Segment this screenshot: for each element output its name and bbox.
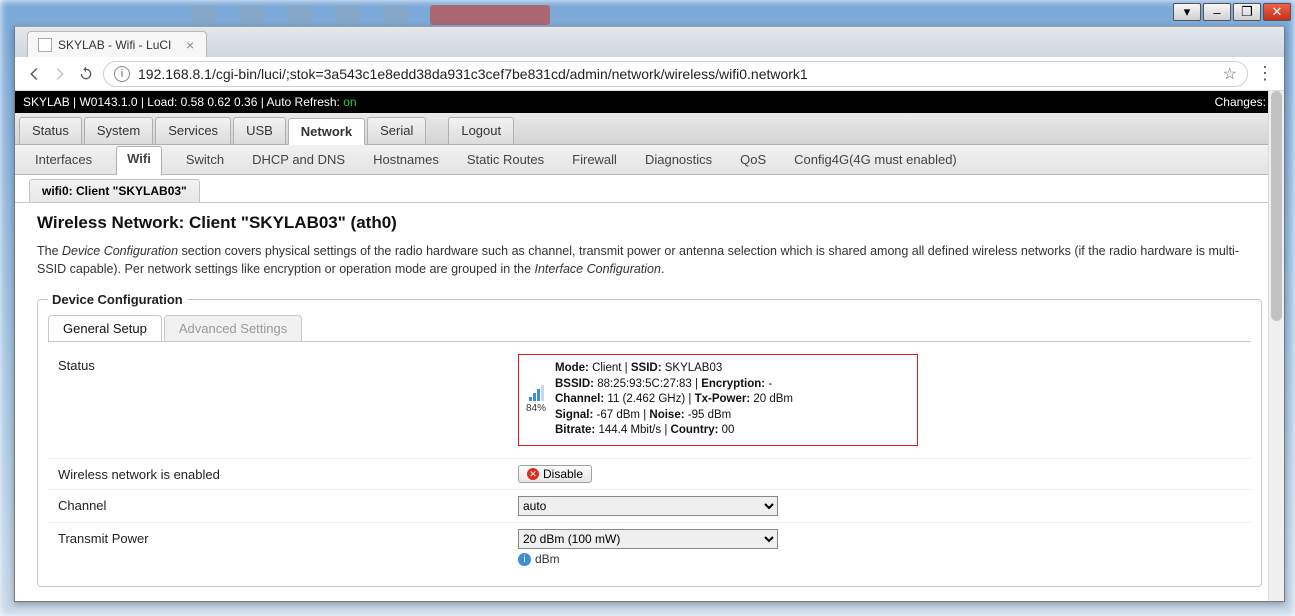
scrollbar-vertical[interactable] (1268, 91, 1284, 601)
row-txpower: Transmit Power 20 dBm (100 mW) i dBm (48, 522, 1251, 572)
txpower-select[interactable]: 20 dBm (100 mW) (518, 529, 778, 549)
url-text: 192.168.8.1/cgi-bin/luci/;stok=3a543c1e8… (138, 66, 808, 82)
browser-tab[interactable]: SKYLAB - Wifi - LuCI × (27, 31, 207, 57)
window-minimize-button[interactable]: – (1203, 3, 1231, 21)
disable-button[interactable]: ✕ Disable (518, 465, 592, 483)
autorefresh-state[interactable]: on (343, 95, 356, 109)
subtab-wifi[interactable]: Wifi (116, 146, 162, 175)
channel-label: Channel (58, 496, 518, 513)
wifi-status-text: Mode: Client | SSID: SKYLAB03 BSSID: 88:… (555, 361, 793, 439)
file-icon (38, 38, 52, 52)
subtab-diagnostics[interactable]: Diagnostics (641, 150, 716, 169)
wifi-status-box: 84% Mode: Client | SSID: SKYLAB03 BSSID:… (518, 354, 918, 446)
signal-strength-icon: 84% (525, 385, 547, 414)
primary-nav: Status System Services USB Network Seria… (15, 113, 1284, 145)
devcfg-tab-general[interactable]: General Setup (48, 315, 162, 341)
forward-button (51, 65, 69, 83)
scrollbar-thumb[interactable] (1271, 91, 1282, 321)
address-bar[interactable]: i 192.168.8.1/cgi-bin/luci/;stok=3a543c1… (103, 61, 1248, 87)
page-viewport: SKYLAB | W0143.1.0 | Load: 0.58 0.62 0.3… (15, 91, 1284, 601)
reload-button[interactable] (77, 65, 95, 83)
tab-usb[interactable]: USB (233, 117, 286, 144)
host-info: SKYLAB | W0143.1.0 | Load: 0.58 0.62 0.3… (23, 95, 343, 109)
tab-logout[interactable]: Logout (448, 117, 514, 144)
subtab-static-routes[interactable]: Static Routes (463, 150, 548, 169)
window-minimize-extra-button[interactable]: ▾ (1173, 3, 1201, 21)
page-description: The Device Configuration section covers … (37, 243, 1262, 278)
taskbar-app-icon[interactable] (430, 5, 550, 25)
taskbar-app-icon[interactable] (238, 5, 266, 25)
back-button[interactable] (25, 65, 43, 83)
signal-percent: 84% (526, 403, 546, 414)
device-config-legend: Device Configuration (48, 292, 187, 307)
status-label: Status (58, 356, 518, 373)
subtab-switch[interactable]: Switch (182, 150, 228, 169)
subtab-firewall[interactable]: Firewall (568, 150, 621, 169)
browser-menu-button[interactable]: ⋮ (1256, 63, 1274, 84)
browser-tab-title: SKYLAB - Wifi - LuCI (58, 38, 171, 52)
tab-system[interactable]: System (84, 117, 153, 144)
window-controls: ▾ – ❐ ✕ (1173, 3, 1291, 21)
tab-network[interactable]: Network (288, 118, 365, 145)
tab-status[interactable]: Status (19, 117, 82, 144)
tertiary-nav: wifi0: Client "SKYLAB03" (15, 175, 1284, 203)
page-title: Wireless Network: Client "SKYLAB03" (ath… (37, 213, 1262, 233)
devcfg-tabs: General Setup Advanced Settings (48, 315, 1251, 342)
row-status: Status 84% Mode: Client | SSID: SKYLAB03 (48, 350, 1251, 458)
window-close-button[interactable]: ✕ (1263, 3, 1291, 21)
close-tab-icon[interactable]: × (186, 40, 196, 50)
secondary-nav: Interfaces Wifi Switch DHCP and DNS Host… (15, 145, 1284, 175)
site-info-icon[interactable]: i (114, 66, 130, 82)
taskbar-app-icon[interactable] (286, 5, 314, 25)
taskbar-app-icon[interactable] (382, 5, 410, 25)
txpower-label: Transmit Power (58, 529, 518, 546)
remove-icon: ✕ (527, 468, 539, 480)
row-enabled: Wireless network is enabled ✕ Disable (48, 458, 1251, 490)
luci-status-bar: SKYLAB | W0143.1.0 | Load: 0.58 0.62 0.3… (15, 91, 1284, 113)
enabled-label: Wireless network is enabled (58, 465, 518, 482)
info-icon: i (518, 553, 531, 566)
row-channel: Channel auto (48, 489, 1251, 522)
channel-select[interactable]: auto (518, 496, 778, 516)
disable-button-label: Disable (543, 467, 583, 481)
device-configuration-section: Device Configuration General Setup Advan… (37, 292, 1262, 587)
devcfg-tab-advanced[interactable]: Advanced Settings (164, 315, 302, 341)
txpower-hint: i dBm (518, 552, 1241, 566)
taskbar-app-icon[interactable] (190, 5, 218, 25)
browser-window: SKYLAB - Wifi - LuCI × i 192.168.8.1/cgi… (14, 26, 1285, 602)
subtab-hostnames[interactable]: Hostnames (369, 150, 443, 169)
tab-wifi0-client[interactable]: wifi0: Client "SKYLAB03" (29, 179, 200, 202)
page-content: Wireless Network: Client "SKYLAB03" (ath… (15, 203, 1284, 601)
subtab-config4g[interactable]: Config4G(4G must enabled) (790, 150, 961, 169)
subtab-dhcp-dns[interactable]: DHCP and DNS (248, 150, 349, 169)
tab-services[interactable]: Services (155, 117, 231, 144)
window-maximize-button[interactable]: ❐ (1233, 3, 1261, 21)
bookmark-star-icon[interactable]: ☆ (1223, 64, 1237, 84)
changes-indicator[interactable]: Changes: 0 (1215, 95, 1276, 109)
browser-toolbar: i 192.168.8.1/cgi-bin/luci/;stok=3a543c1… (15, 57, 1284, 91)
tab-serial[interactable]: Serial (367, 117, 426, 144)
browser-tab-strip: SKYLAB - Wifi - LuCI × (15, 27, 1284, 57)
subtab-qos[interactable]: QoS (736, 150, 770, 169)
taskbar-app-icon[interactable] (334, 5, 362, 25)
subtab-interfaces[interactable]: Interfaces (31, 150, 96, 169)
